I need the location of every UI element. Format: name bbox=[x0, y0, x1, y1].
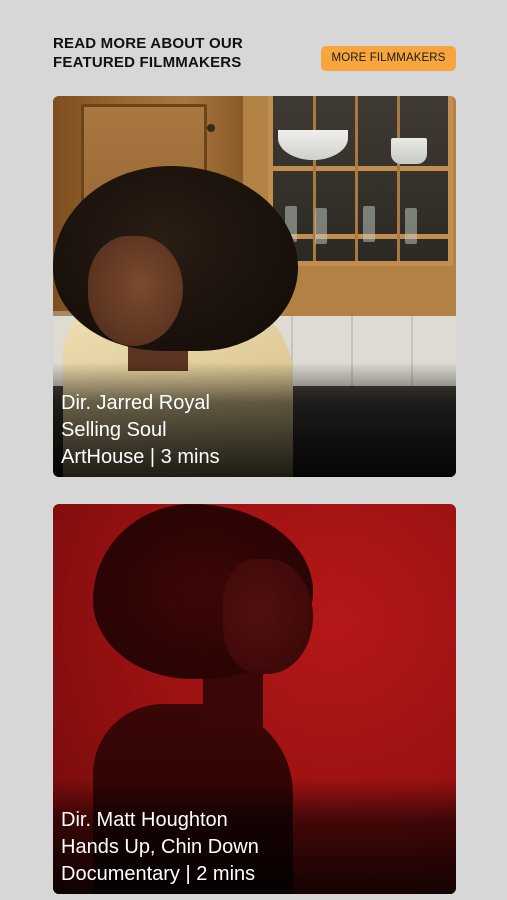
section-title: READ MORE ABOUT OUR FEATURED FILMMAKERS bbox=[53, 34, 293, 72]
film-director: Dir. Jarred Royal bbox=[61, 392, 210, 414]
section-header: READ MORE ABOUT OUR FEATURED FILMMAKERS … bbox=[53, 34, 456, 74]
section-title-line-2: FEATURED FILMMAKERS bbox=[53, 54, 242, 71]
film-info: Dir. Jarred Royal Selling Soul ArtHouse … bbox=[61, 390, 220, 471]
film-title: Hands Up, Chin Down bbox=[61, 836, 259, 858]
film-meta: Documentary | 2 mins bbox=[61, 863, 256, 885]
film-info: Dir. Matt Houghton Hands Up, Chin Down D… bbox=[61, 807, 259, 888]
section-title-line-1: READ MORE ABOUT OUR bbox=[53, 35, 243, 52]
film-title: Selling Soul bbox=[61, 419, 167, 441]
film-card[interactable]: Dir. Jarred Royal Selling Soul ArtHouse … bbox=[53, 96, 456, 477]
film-meta: ArtHouse | 3 mins bbox=[61, 446, 220, 468]
film-card[interactable]: Dir. Matt Houghton Hands Up, Chin Down D… bbox=[53, 504, 456, 894]
featured-filmmakers-page: READ MORE ABOUT OUR FEATURED FILMMAKERS … bbox=[0, 0, 507, 900]
film-director: Dir. Matt Houghton bbox=[61, 809, 228, 831]
more-filmmakers-button[interactable]: MORE FILMMAKERS bbox=[321, 46, 456, 71]
